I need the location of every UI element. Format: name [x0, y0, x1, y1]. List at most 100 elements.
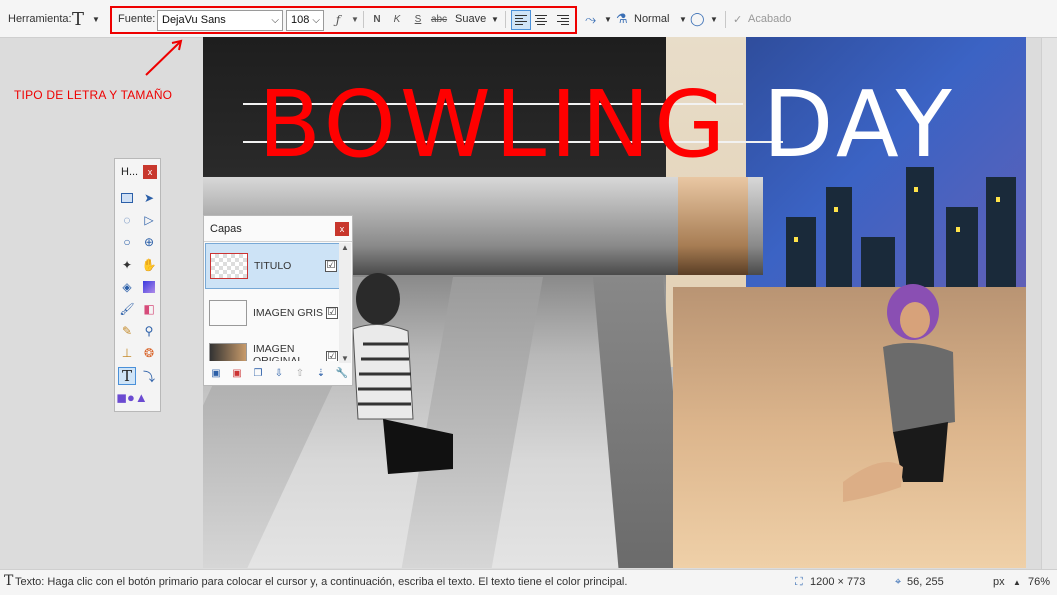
separator [505, 11, 506, 28]
font-family-select[interactable]: DejaVu Sans ⌵ [157, 10, 283, 31]
text-tool-status-icon: T [4, 573, 14, 589]
toolbar: Herramienta: T ▼ Fuente: DejaVu Sans ⌵ 1… [0, 0, 1057, 38]
image-size-icon: ⛶ [795, 576, 803, 588]
antialias-value: Suave [455, 13, 487, 25]
tools-panel-header[interactable]: H... x [115, 159, 160, 185]
layer-name: TITULO [254, 260, 292, 272]
antialias-select[interactable]: Suave [455, 0, 486, 38]
move-layer-down-icon[interactable]: ⇣ [313, 366, 329, 382]
shapes-icon[interactable]: ◼●▲ [116, 389, 148, 407]
font-mode-icon[interactable]: ƒ [328, 10, 348, 30]
magic-wand-icon[interactable]: ✦ [118, 256, 136, 274]
lasso-select-icon[interactable]: ◌ [118, 211, 136, 229]
underline-button[interactable]: S [409, 10, 427, 30]
font-mode-dropdown-icon[interactable]: ▼ [346, 10, 364, 30]
move-layer-up-icon[interactable]: ⇧ [292, 366, 308, 382]
layers-panel-header[interactable]: Capas x [204, 216, 352, 242]
text-tool-icon[interactable]: T [72, 0, 84, 38]
window [914, 187, 918, 192]
units-select[interactable]: px [993, 576, 1005, 588]
scroll-down-icon[interactable]: ▼ [339, 354, 351, 363]
zoom-level[interactable]: 76% [1028, 576, 1050, 588]
tool-dropdown-arrow-icon[interactable]: ▼ [92, 0, 100, 38]
layer-thumbnail [209, 343, 247, 361]
layer-name: IMAGEN GRIS [253, 307, 324, 319]
align-right-button[interactable] [554, 10, 574, 30]
font-size-value: 108 [291, 14, 310, 26]
path-dropdown-icon[interactable]: ▼ [604, 0, 612, 38]
blend-mode-icon[interactable]: ⚗ [616, 0, 628, 38]
window [996, 197, 1000, 202]
move-selected-icon[interactable]: ➤ [140, 189, 158, 207]
align-center-button[interactable] [532, 10, 552, 30]
color-picker-icon[interactable]: ⚲ [140, 322, 158, 340]
merge-layer-down-icon[interactable]: ⇩ [271, 366, 287, 382]
scroll-up-icon[interactable]: ▲ [339, 243, 351, 252]
status-bar: T Texto: Haga clic con el botón primario… [0, 569, 1057, 595]
gradient-icon[interactable] [140, 278, 158, 296]
units-dropdown-icon[interactable]: ▲ [1013, 578, 1021, 587]
layer-item-imagen-original[interactable]: IMAGEN ORIGINAL ☑ [205, 337, 340, 361]
layer-item-titulo[interactable]: TITULO ☑ [205, 243, 340, 289]
zoom-icon[interactable]: ⊕ [140, 233, 158, 251]
quality-dropdown-icon[interactable]: ▼ [710, 0, 718, 38]
layer-visibility-checkbox[interactable]: ☑ [326, 307, 338, 319]
annotation-label: TIPO DE LETRA Y TAMAÑO [14, 88, 173, 102]
layers-scrollbar[interactable]: ▲ ▼ [339, 243, 351, 363]
annotation-arrow-icon [145, 39, 183, 76]
blend-dropdown-icon[interactable]: ▼ [679, 0, 687, 38]
chevron-down-icon: ⌵ [312, 15, 320, 26]
antialias-dropdown-icon[interactable]: ▼ [491, 0, 499, 38]
italic-button[interactable]: K [388, 10, 406, 30]
recolor-icon[interactable]: ❂ [140, 344, 158, 362]
align-left-button[interactable] [511, 10, 531, 30]
title-text[interactable]: BOWLING DAY [258, 75, 956, 175]
pencil-icon[interactable]: ✎ [118, 322, 136, 340]
separator [725, 11, 726, 28]
paint-bucket-icon[interactable]: ◈ [118, 278, 136, 296]
title-red-word: BOWLING [258, 71, 730, 178]
move-selection-icon[interactable]: ▷ [140, 211, 158, 229]
window [834, 207, 838, 212]
chevron-down-icon: ⌵ [271, 15, 279, 26]
duplicate-layer-icon[interactable]: ❐ [250, 366, 266, 382]
layer-name: IMAGEN ORIGINAL [253, 343, 304, 361]
strikethrough-button[interactable]: abc [428, 10, 450, 30]
eraser-icon[interactable]: ◧ [140, 300, 158, 318]
line-curve-icon[interactable]: ⤵ [140, 367, 158, 385]
rectangle-select-icon[interactable] [118, 189, 136, 207]
vertical-scrollbar[interactable] [1041, 38, 1057, 569]
layer-visibility-checkbox[interactable]: ☑ [325, 260, 337, 272]
text-tool-button[interactable]: T [118, 367, 136, 385]
layer-visibility-checkbox[interactable]: ☑ [326, 351, 338, 361]
font-family-value: DejaVu Sans [162, 14, 226, 26]
layers-panel-title: Capas [210, 222, 242, 235]
layer-properties-icon[interactable]: 🔧 [334, 366, 350, 382]
separator [363, 11, 364, 28]
lane-screens-color [678, 177, 748, 275]
clone-stamp-icon[interactable]: ⊥ [118, 344, 136, 362]
close-icon[interactable]: x [143, 165, 157, 179]
finish-button[interactable]: Acabado [748, 0, 791, 38]
delete-layer-icon[interactable]: ▣ [229, 366, 245, 382]
pan-hand-icon[interactable]: ✋ [140, 256, 158, 274]
close-icon[interactable]: x [335, 222, 349, 236]
add-layer-icon[interactable]: ▣ [208, 366, 224, 382]
font-size-select[interactable]: 108 ⌵ [286, 10, 324, 31]
ellipse-select-icon[interactable]: ○ [118, 233, 136, 251]
cursor-position: 56, 255 [907, 576, 944, 588]
paintbrush-icon[interactable]: 🖌 [118, 300, 136, 318]
bold-button[interactable]: N [368, 10, 386, 30]
image-size: 1200 × 773 [810, 576, 866, 588]
layer-thumbnail [210, 253, 248, 279]
cursor-position-icon: ⌖ [895, 576, 902, 588]
selection-quality-icon[interactable]: ◯ [690, 0, 705, 38]
layer-item-imagen-gris[interactable]: IMAGEN GRIS ☑ [205, 290, 340, 336]
tools-panel: H... x ➤ ◌ ▷ ○ ⊕ ✦ ✋ ◈ 🖌 ◧ ✎ ⚲ ⊥ ❂ T ⤵ ◼… [114, 158, 161, 412]
blend-mode-select[interactable]: Normal [634, 0, 669, 38]
person-left [352, 273, 453, 474]
status-hint: Texto: Haga clic con el botón primario p… [15, 576, 628, 588]
window [956, 227, 960, 232]
finish-checkmark-icon[interactable]: ✓ [733, 0, 742, 38]
text-path-icon[interactable]: ⤳ [585, 0, 596, 38]
